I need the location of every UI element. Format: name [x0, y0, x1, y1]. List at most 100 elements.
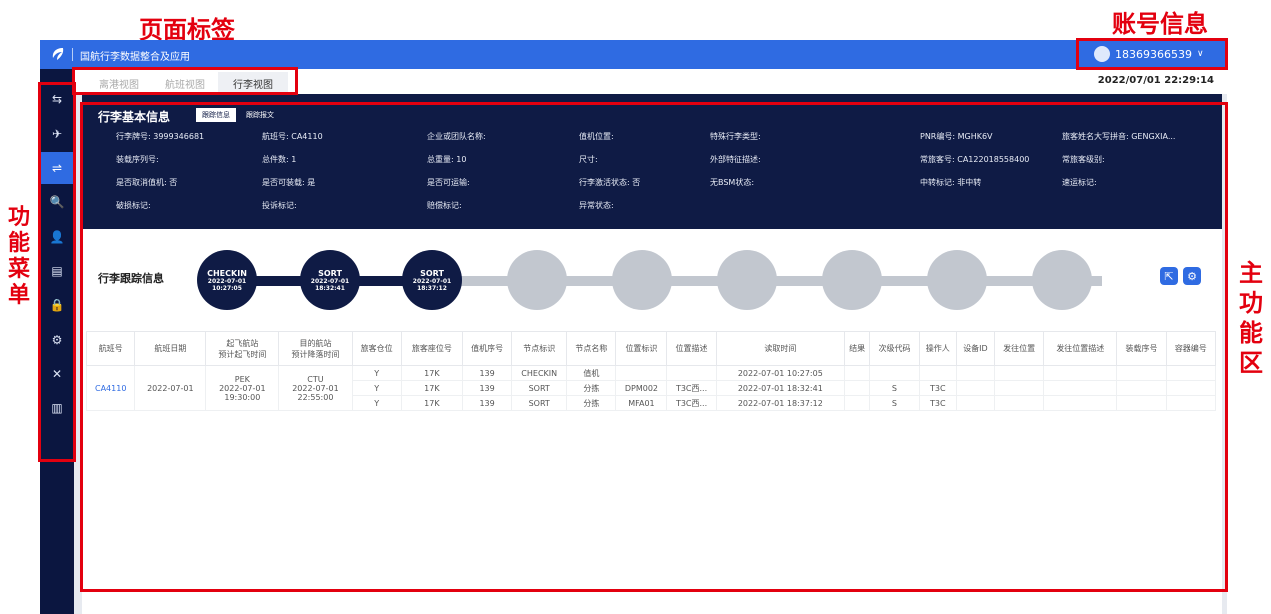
tracking-panel: 行李跟踪信息 CHECKIN 2022-07-01 10:27:05 SORT 2022…: [82, 237, 1222, 327]
cell-cabin: Y: [351, 365, 402, 381]
gear-icon[interactable]: ⚙: [40, 324, 74, 356]
cell-read_time: 2022-07-01 10:27:05: [715, 365, 845, 381]
cell-loc_desc: [666, 365, 717, 381]
tab-departure-view[interactable]: 离港视图: [84, 72, 154, 94]
empty-cell: [1116, 365, 1167, 381]
search-icon[interactable]: 🔍: [40, 186, 74, 218]
info-field: 特殊行李类型:: [710, 132, 761, 141]
page-tabs-bar: 离港视图 航班视图 行李视图 2022/07/01 22:29:14: [74, 69, 1227, 94]
column-header: 旅客座位号: [400, 331, 463, 366]
cell-node_name: 值机: [566, 365, 617, 381]
node-date: 2022-07-01: [310, 277, 350, 285]
tab-tracking-info[interactable]: 跟踪信息: [196, 108, 236, 122]
info-field: 行李牌号: 3999346681: [116, 132, 205, 141]
info-field: 总件数: 1: [262, 155, 297, 164]
tracking-node[interactable]: SORT 2022-07-01 18:37:12: [402, 250, 462, 310]
info-field: 异常状态:: [579, 201, 614, 210]
cell-sub_code: [869, 365, 920, 381]
annotation-main-area: 主功能区: [1239, 259, 1263, 377]
cell-loc_desc: T3C西...: [666, 395, 717, 411]
cell-seat: 17K: [400, 380, 463, 396]
empty-cell: [993, 365, 1045, 381]
account-menu[interactable]: 18369366539 ∨: [1094, 46, 1204, 62]
column-header: 次级代码: [869, 331, 920, 366]
card-icon[interactable]: ▤: [40, 255, 74, 287]
tracking-node-pending: [612, 250, 672, 310]
departure-cell: PEK 2022-07-01 19:30:00: [205, 365, 280, 411]
info-field: 常旅客级别:: [1062, 155, 1105, 164]
tab-baggage-view[interactable]: 行李视图: [218, 72, 288, 94]
user-icon[interactable]: 👤: [40, 221, 74, 253]
node-time: 18:37:12: [417, 284, 447, 292]
cell-operator: T3C: [918, 380, 957, 396]
cell-seq: 139: [461, 380, 513, 396]
cell-read_time: 2022-07-01 18:32:41: [715, 380, 845, 396]
column-header: 位置标识: [615, 331, 668, 366]
column-header: 节点标识: [511, 331, 568, 366]
annotation-function-menu: 功能菜单: [7, 205, 30, 308]
swap-icon[interactable]: ⇆: [40, 83, 74, 115]
info-field: 无BSM状态:: [710, 178, 755, 187]
flight-date: 2022-07-01: [134, 365, 207, 411]
cell-loc_id: MFA01: [615, 395, 668, 411]
empty-cell: [955, 365, 996, 381]
avatar: [1094, 46, 1110, 62]
empty-cell: [1043, 365, 1118, 381]
tracking-table: 航班号 航班日期 起飞航站 预计起飞时间 目的航站 预计降落时间 旅客仓位 旅客座位号 值机…: [85, 331, 1217, 411]
lock-icon[interactable]: 🔒: [40, 289, 74, 321]
cell-seat: 17K: [400, 365, 463, 381]
cell-result: [843, 380, 871, 396]
cell-loc_id: DPM002: [615, 380, 668, 396]
tools-icon[interactable]: ✕: [40, 358, 74, 390]
cell-node_name: 分拣: [566, 395, 617, 411]
info-field: 外部特征描述:: [710, 155, 761, 164]
column-header: 读取时间: [715, 331, 845, 366]
app-title: 国航行李数据整合及应用: [80, 52, 190, 63]
info-field: 破损标记:: [116, 201, 151, 210]
column-header: 航班号: [85, 331, 136, 366]
empty-cell: [993, 380, 1045, 396]
cell-cabin: Y: [351, 395, 402, 411]
empty-cell: [1043, 395, 1118, 411]
flight-link[interactable]: CA4110: [85, 365, 136, 411]
annotation-account-info: 账号信息: [1112, 10, 1208, 38]
cell-seq: 139: [461, 365, 513, 381]
info-field: 常旅客号: CA122018558400: [920, 155, 1030, 164]
column-header: 目的航站 预计降落时间: [278, 331, 353, 366]
column-header: 值机序号: [461, 331, 513, 366]
info-field: 中转标记: 非中转: [920, 178, 982, 187]
cell-node_id: SORT: [511, 395, 568, 411]
tracking-node-pending: [507, 250, 567, 310]
tracking-node[interactable]: CHECKIN 2022-07-01 10:27:05: [197, 250, 257, 310]
node-time: 18:32:41: [315, 284, 345, 292]
column-header: 起飞航站 预计起飞时间: [205, 331, 280, 366]
settings-icon[interactable]: ⚙: [1183, 267, 1201, 285]
cell-node_id: CHECKIN: [511, 365, 568, 381]
cell-operator: [918, 365, 957, 381]
cell-result: [843, 365, 871, 381]
chart-icon[interactable]: ▥: [40, 392, 74, 424]
top-bar: 国航行李数据整合及应用 18369366539 ∨: [40, 40, 1227, 69]
chevron-down-icon: ∨: [1196, 49, 1204, 59]
sidebar: ⇆ ✈ ⇌ 🔍 👤 ▤ 🔒 ⚙ ✕ ▥: [40, 69, 74, 614]
empty-cell: [1116, 395, 1167, 411]
tracking-node-pending: [822, 250, 882, 310]
tab-tracking-message[interactable]: 跟踪报文: [240, 108, 280, 122]
info-field: 企业或团队名称:: [427, 132, 486, 141]
export-icon[interactable]: ⇱: [1160, 267, 1178, 285]
transit-icon[interactable]: ⇌: [40, 152, 74, 184]
header-divider: [72, 48, 73, 61]
cell-sub_code: S: [869, 380, 920, 396]
tab-flight-view[interactable]: 航班视图: [150, 72, 220, 94]
cell-result: [843, 395, 871, 411]
departure-icon[interactable]: ✈: [40, 118, 74, 150]
tracking-node[interactable]: SORT 2022-07-01 18:32:41: [300, 250, 360, 310]
empty-cell: [1116, 380, 1167, 396]
column-header: 容器编号: [1165, 331, 1217, 366]
tracking-node-pending: [717, 250, 777, 310]
cell-cabin: Y: [351, 380, 402, 396]
info-field: 装载序列号:: [116, 155, 159, 164]
column-header: 结果: [843, 331, 871, 366]
column-header: 发往位置描述: [1043, 331, 1118, 366]
node-time: 10:27:05: [212, 284, 242, 292]
